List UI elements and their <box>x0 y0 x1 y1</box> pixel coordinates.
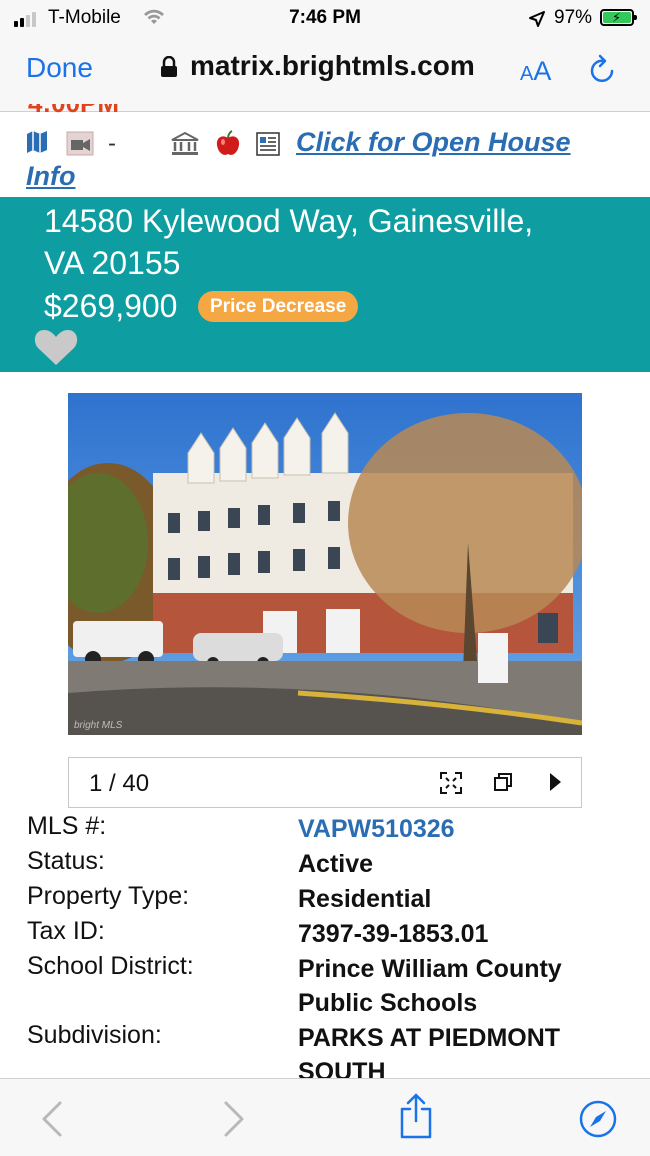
detail-label: Tax ID: <box>27 917 105 945</box>
url-field[interactable]: matrix.brightmls.com <box>190 50 475 82</box>
map-icon[interactable] <box>26 130 48 159</box>
text-size-small: A <box>520 63 534 85</box>
next-arrow-icon[interactable] <box>547 772 563 797</box>
forward-arrow-icon[interactable] <box>222 1101 246 1142</box>
heart-icon[interactable] <box>33 327 79 372</box>
open-house-time: 4:00PM <box>28 104 138 116</box>
photo-watermark: bright MLS <box>74 720 123 731</box>
clock: 7:46 PM <box>289 7 361 28</box>
detail-value: Residential <box>298 885 432 913</box>
status-bar: T-Mobile 7:46 PM 97% ⚡ <box>0 0 650 36</box>
compass-icon[interactable] <box>578 1099 618 1144</box>
photo-counter: 1 / 40 <box>89 770 150 797</box>
detail-label: Subdivision: <box>27 1021 162 1049</box>
apple-icon[interactable] <box>214 130 242 163</box>
done-button[interactable]: Done <box>26 52 93 84</box>
listing-photo[interactable]: bright MLS <box>68 393 582 735</box>
mls-number-link[interactable]: VAPW510326 <box>298 812 628 846</box>
detail-label: Property Type: <box>27 882 190 910</box>
browser-bottom-toolbar <box>0 1078 650 1156</box>
detail-label: School District: <box>27 952 194 980</box>
fullscreen-icon[interactable] <box>439 771 463 800</box>
document-icon[interactable] <box>256 132 280 161</box>
price-decrease-badge: Price Decrease <box>198 291 359 322</box>
text-size-large: A <box>533 56 552 86</box>
text-size-button[interactable]: AA <box>520 56 551 87</box>
detail-value: PARKS AT PIEDMONT <box>298 1024 561 1052</box>
camera-icon[interactable] <box>66 130 94 161</box>
battery-icon: ⚡ <box>600 9 637 26</box>
open-house-link-info[interactable]: Info <box>26 161 75 192</box>
detail-label: MLS #: <box>27 812 107 840</box>
listing-price: $269,900 <box>44 288 178 324</box>
detail-value: 7397-39-1853.01 <box>298 920 489 948</box>
reload-icon[interactable] <box>588 53 618 90</box>
property-address-line2: VA 20155 <box>44 245 181 281</box>
detail-value-line2: Public Schools <box>298 989 478 1017</box>
detail-value: Prince William County <box>298 955 562 983</box>
property-address: 14580 Kylewood Way, Gainesville, <box>44 203 534 239</box>
popout-icon[interactable] <box>493 772 513 797</box>
battery-percent: 97% <box>554 7 593 28</box>
lock-icon <box>160 55 178 78</box>
listing-header-banner: 14580 Kylewood Way, Gainesville, VA 2015… <box>0 197 650 372</box>
separator-dash: - <box>108 130 116 157</box>
open-house-link[interactable]: Click for Open House <box>296 127 571 158</box>
location-arrow-icon <box>528 10 546 33</box>
share-icon[interactable] <box>398 1093 434 1144</box>
back-arrow-icon[interactable] <box>40 1101 64 1142</box>
bank-icon[interactable] <box>170 131 200 162</box>
detail-value: Active <box>298 850 374 878</box>
browser-toolbar: Done matrix.brightmls.com AA <box>0 36 650 112</box>
gallery-controls: 1 / 40 <box>68 757 582 808</box>
detail-label: Status: <box>27 847 105 875</box>
